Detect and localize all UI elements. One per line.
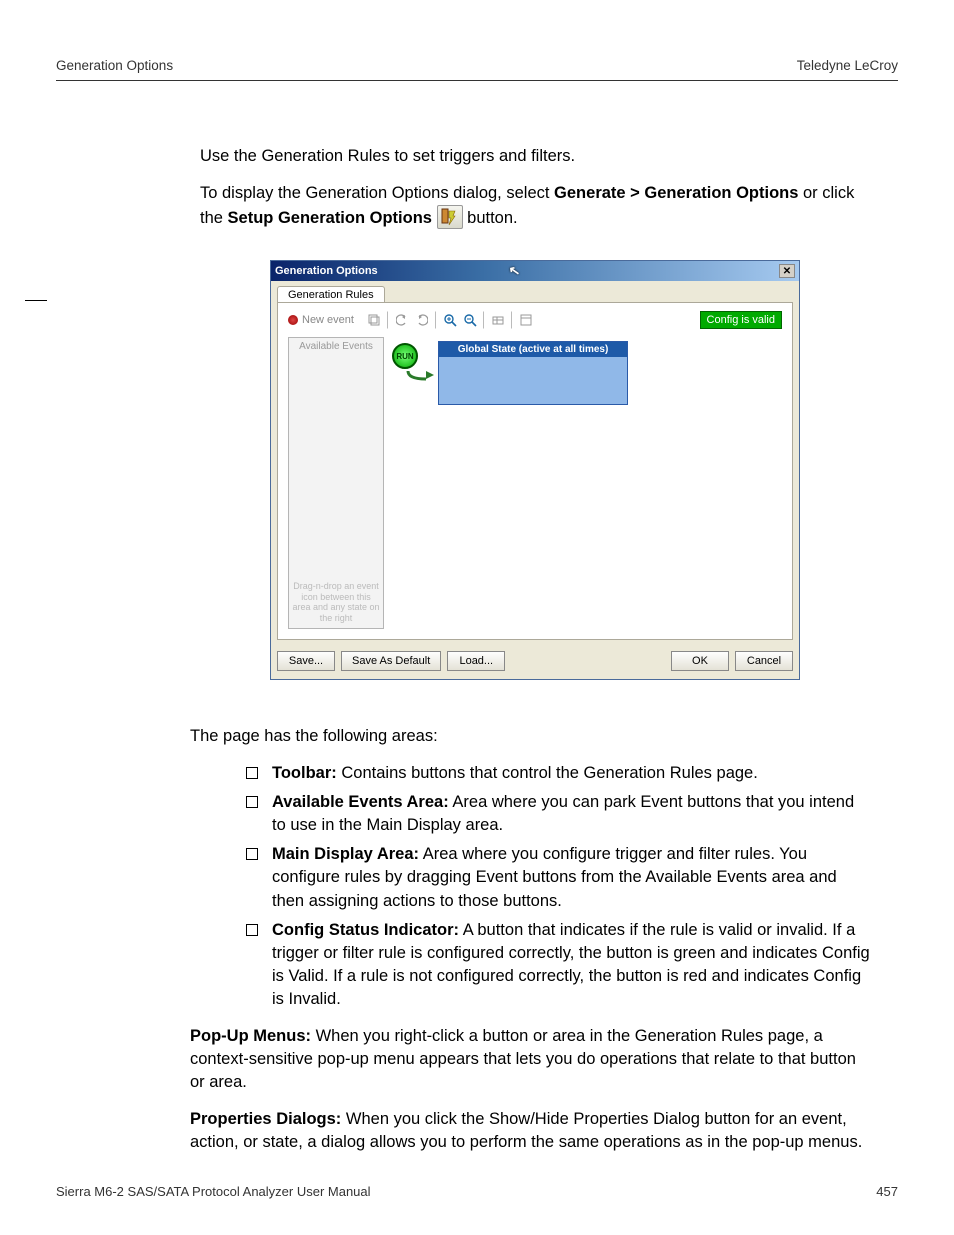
run-node[interactable]: RUN bbox=[392, 343, 418, 369]
main-label: Main Display Area: bbox=[272, 845, 419, 863]
list-item: Main Display Area: Area where you config… bbox=[246, 843, 870, 912]
config-label: Config Status Indicator: bbox=[272, 921, 459, 939]
new-event-label: New event bbox=[302, 314, 354, 326]
main-display-area[interactable]: RUN Global State (active at all times) bbox=[388, 337, 782, 629]
list-item: Available Events Area: Area where you ca… bbox=[246, 791, 870, 837]
run-arrow-icon bbox=[406, 369, 434, 381]
avail-label: Available Events Area: bbox=[272, 793, 449, 811]
areas-list: Toolbar: Contains buttons that control t… bbox=[246, 762, 870, 1011]
popup-label: Pop-Up Menus: bbox=[190, 1027, 311, 1045]
intro-p1: Use the Generation Rules to set triggers… bbox=[200, 145, 870, 168]
list-item: Config Status Indicator: A button that i… bbox=[246, 919, 870, 1011]
global-state-title: Global State (active at all times) bbox=[439, 342, 627, 357]
available-events-area[interactable]: Available Events Drag-n-drop an event ic… bbox=[288, 337, 384, 629]
redo-icon[interactable] bbox=[413, 311, 431, 329]
dialog-title: Generation Options bbox=[275, 265, 378, 277]
save-default-button[interactable]: Save As Default bbox=[341, 651, 441, 671]
dialog-tabrow: Generation Rules bbox=[271, 281, 799, 302]
ok-button[interactable]: OK bbox=[671, 651, 729, 671]
dialog-toolbar: New event bbox=[288, 309, 782, 331]
grid-icon[interactable] bbox=[489, 311, 507, 329]
toolbar-separator bbox=[435, 311, 437, 329]
header-right: Teledyne LeCroy bbox=[797, 58, 898, 73]
close-button[interactable]: ✕ bbox=[779, 264, 795, 278]
zoom-out-icon[interactable] bbox=[461, 311, 479, 329]
intro-p2e: button. bbox=[467, 209, 517, 227]
toolbar-separator bbox=[387, 311, 389, 329]
intro-p2a: To display the Generation Options dialog… bbox=[200, 184, 554, 202]
header-rule bbox=[56, 80, 898, 81]
intro-p2: To display the Generation Options dialog… bbox=[200, 182, 870, 230]
toolbar-separator bbox=[483, 311, 485, 329]
global-state-block[interactable]: Global State (active at all times) bbox=[438, 341, 628, 405]
config-status-indicator[interactable]: Config is valid bbox=[700, 311, 782, 329]
toolbar-label: Toolbar: bbox=[272, 764, 337, 782]
header-left: Generation Options bbox=[56, 58, 173, 73]
setup-gen-options-icon bbox=[437, 205, 463, 229]
list-item: Toolbar: Contains buttons that control t… bbox=[246, 762, 870, 785]
undo-icon[interactable] bbox=[393, 311, 411, 329]
popup-paragraph: Pop-Up Menus: When you right-click a but… bbox=[190, 1025, 870, 1094]
load-button[interactable]: Load... bbox=[447, 651, 505, 671]
available-events-label: Available Events bbox=[289, 338, 383, 355]
new-event-button[interactable]: New event bbox=[288, 314, 354, 326]
available-events-hint: Drag-n-drop an event icon between this a… bbox=[291, 581, 381, 624]
copy-icon[interactable] bbox=[365, 311, 383, 329]
new-event-icon bbox=[288, 315, 298, 325]
side-marker bbox=[25, 300, 47, 301]
tab-generation-rules[interactable]: Generation Rules bbox=[277, 286, 385, 303]
dialog-titlebar: Generation Options ↖ ✕ bbox=[271, 261, 799, 281]
generation-options-dialog: Generation Options ↖ ✕ Generation Rules … bbox=[270, 260, 800, 680]
footer-right: 457 bbox=[876, 1184, 898, 1199]
zoom-in-icon[interactable] bbox=[441, 311, 459, 329]
toolbar-text: Contains buttons that control the Genera… bbox=[341, 764, 757, 782]
cancel-button[interactable]: Cancel bbox=[735, 651, 793, 671]
save-button[interactable]: Save... bbox=[277, 651, 335, 671]
areas-intro: The page has the following areas: bbox=[190, 725, 870, 748]
intro-p2b: Generate > Generation Options bbox=[554, 184, 798, 202]
properties-icon[interactable] bbox=[517, 311, 535, 329]
toolbar-separator bbox=[511, 311, 513, 329]
cursor-icon: ↖ bbox=[508, 262, 522, 280]
footer-left: Sierra M6-2 SAS/SATA Protocol Analyzer U… bbox=[56, 1184, 371, 1199]
intro-p2d: Setup Generation Options bbox=[228, 209, 432, 227]
props-paragraph: Properties Dialogs: When you click the S… bbox=[190, 1108, 870, 1154]
dialog-footer: Save... Save As Default Load... OK Cance… bbox=[277, 651, 793, 671]
props-label: Properties Dialogs: bbox=[190, 1110, 341, 1128]
dialog-panel: New event bbox=[277, 302, 793, 640]
